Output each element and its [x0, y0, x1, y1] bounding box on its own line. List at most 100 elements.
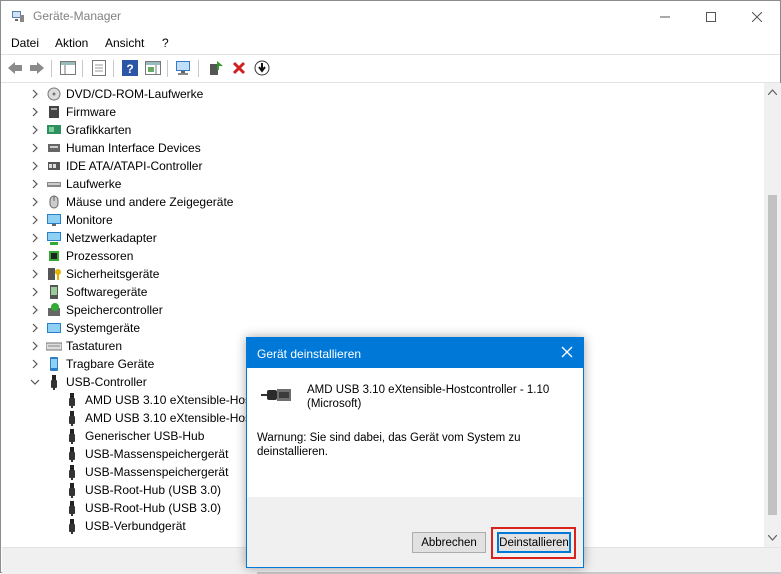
properties-button[interactable]: [90, 59, 108, 77]
tree-item-label: Laufwerke: [66, 177, 122, 191]
dialog-close-icon[interactable]: [559, 344, 575, 360]
software-device-icon: [50, 285, 58, 299]
minimize-button[interactable]: [642, 1, 688, 32]
chevron-right-icon[interactable]: [30, 197, 40, 207]
vertical-scrollbar[interactable]: [764, 83, 781, 547]
tree-item-category[interactable]: Sicherheitsgeräte: [2, 265, 762, 283]
monitor-icon: [47, 214, 61, 226]
usb-device-icon: [69, 519, 75, 534]
usb-controller-icon: [51, 375, 57, 390]
dialog-title-bar: Gerät deinstallieren: [247, 338, 583, 368]
menu-help[interactable]: ?: [162, 36, 169, 50]
tree-item-label: Grafikkarten: [66, 123, 132, 137]
usb-plug-icon: [261, 389, 291, 401]
menu-view[interactable]: Ansicht: [105, 36, 144, 50]
back-button[interactable]: [6, 59, 24, 77]
action-pane-icon: [145, 61, 161, 75]
forward-arrow-icon: [30, 62, 44, 74]
vertical-scroll-thumb[interactable]: [768, 195, 777, 515]
chevron-right-icon[interactable]: [30, 341, 40, 351]
tree-item-category[interactable]: Mäuse und andere Zeigegeräte: [2, 193, 762, 211]
disable-device-button[interactable]: [253, 59, 271, 77]
forward-button[interactable]: [28, 59, 46, 77]
toolbar: ?: [1, 54, 780, 83]
close-button[interactable]: [734, 1, 780, 32]
maximize-button[interactable]: [688, 1, 734, 32]
system-device-icon: [47, 323, 61, 333]
update-driver-button[interactable]: [207, 59, 225, 77]
tree-item-category[interactable]: Laufwerke: [2, 175, 762, 193]
tree-item-label: Netzwerkadapter: [66, 231, 157, 245]
usb-device-icon: [69, 447, 75, 462]
delete-x-icon: [232, 61, 246, 75]
display-adapter-icon: [47, 125, 61, 134]
tree-item-category[interactable]: IDE ATA/ATAPI-Controller: [2, 157, 762, 175]
maximize-icon: [706, 11, 716, 22]
chevron-right-icon[interactable]: [30, 323, 40, 333]
mouse-icon: [49, 195, 59, 209]
chevron-right-icon[interactable]: [30, 215, 40, 225]
device-name: AMD USB 3.10 eXtensible-Hostcontroller -…: [307, 384, 550, 410]
tree-item-label: USB-Root-Hub (USB 3.0): [85, 483, 222, 497]
chevron-right-icon[interactable]: [30, 107, 40, 117]
action-view-button[interactable]: [144, 59, 162, 77]
chevron-down-icon[interactable]: [30, 377, 40, 387]
tree-item-category[interactable]: DVD/CD-ROM-Laufwerke: [2, 85, 762, 103]
window-title: Geräte-Manager: [33, 9, 122, 23]
properties-icon: [92, 60, 106, 76]
scroll-down-icon[interactable]: [768, 535, 777, 541]
scan-hardware-button[interactable]: [175, 59, 193, 77]
menu-file[interactable]: Datei: [11, 36, 39, 50]
usb-device-icon: [69, 483, 75, 498]
download-arrow-circle-icon: [254, 60, 270, 76]
chevron-right-icon[interactable]: [30, 233, 40, 243]
tree-item-label: USB-Massenspeichergerät: [85, 465, 229, 479]
tree-item-label: Human Interface Devices: [66, 141, 201, 155]
tree-item-category[interactable]: Speichercontroller: [2, 301, 762, 319]
chevron-right-icon[interactable]: [30, 305, 40, 315]
scan-hardware-icon: [176, 61, 190, 75]
chevron-right-icon[interactable]: [30, 269, 40, 279]
processor-icon: [49, 251, 59, 261]
highlight-frame: [491, 527, 576, 559]
title-bar: Geräte-Manager: [1, 1, 780, 32]
chevron-right-icon[interactable]: [30, 143, 40, 153]
help-button[interactable]: ?: [121, 59, 139, 77]
chevron-right-icon[interactable]: [30, 89, 40, 99]
keyboard-icon: [46, 342, 62, 351]
chevron-right-icon[interactable]: [30, 251, 40, 261]
chevron-right-icon[interactable]: [30, 287, 40, 297]
tree-item-category[interactable]: Systemgeräte: [2, 319, 762, 337]
tree-item-label: Firmware: [66, 105, 116, 119]
tree-item-category[interactable]: Prozessoren: [2, 247, 762, 265]
back-arrow-icon: [8, 62, 22, 74]
tree-item-label: USB-Verbundgerät: [85, 519, 186, 533]
tree-item-label: USB-Controller: [66, 375, 147, 389]
scroll-up-icon[interactable]: [768, 89, 777, 95]
tree-item-category[interactable]: Grafikkarten: [2, 121, 762, 139]
tree-item-label: Speichercontroller: [66, 303, 163, 317]
menu-action[interactable]: Aktion: [55, 36, 88, 50]
tree-item-label: Systemgeräte: [66, 321, 141, 335]
disk-drive-icon: [47, 182, 61, 187]
chevron-right-icon[interactable]: [30, 359, 40, 369]
update-driver-icon: [210, 61, 223, 75]
chevron-right-icon[interactable]: [30, 179, 40, 189]
usb-device-icon: [69, 393, 75, 408]
uninstall-device-dialog: Gerät deinstallieren AMD USB 3.10 eXtens…: [246, 337, 584, 568]
tree-item-category[interactable]: Firmware: [2, 103, 762, 121]
chevron-right-icon[interactable]: [30, 161, 40, 171]
tree-item-category[interactable]: Netzwerkadapter: [2, 229, 762, 247]
close-icon: [752, 11, 762, 22]
tree-item-category[interactable]: Softwaregeräte: [2, 283, 762, 301]
hid-icon: [48, 144, 60, 152]
tree-item-category[interactable]: Human Interface Devices: [2, 139, 762, 157]
tree-item-label: USB-Root-Hub (USB 3.0): [85, 501, 222, 515]
show-hide-tree-button[interactable]: [59, 59, 77, 77]
uninstall-device-button[interactable]: [230, 59, 248, 77]
tree-item-label: IDE ATA/ATAPI-Controller: [66, 159, 203, 173]
firmware-icon: [49, 106, 59, 118]
tree-item-category[interactable]: Monitore: [2, 211, 762, 229]
cancel-button[interactable]: Abbrechen: [412, 532, 486, 553]
chevron-right-icon[interactable]: [30, 125, 40, 135]
